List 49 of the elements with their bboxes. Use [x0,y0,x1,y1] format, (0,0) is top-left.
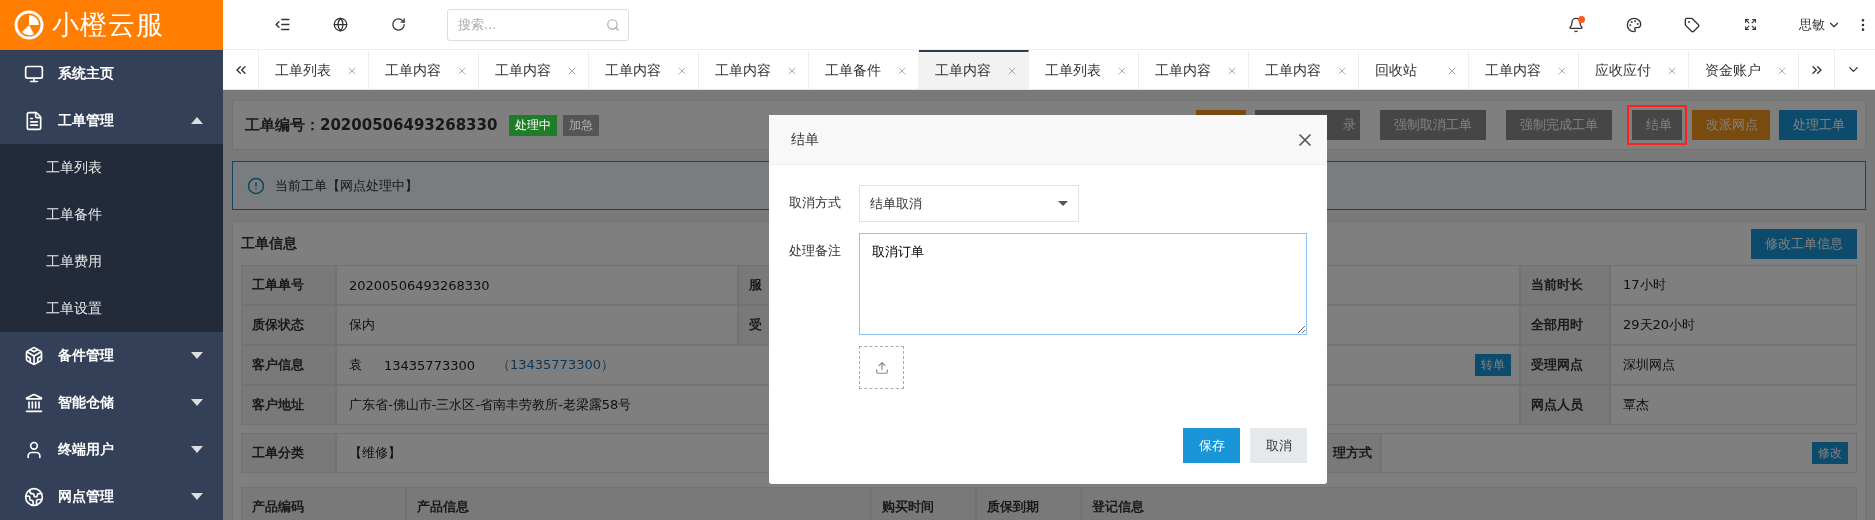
field-label: 质保状态 [241,305,336,345]
field-value: 覃杰 [1623,396,1649,414]
status-badge: 处理中 [509,114,558,136]
column-header: 登记信息 [1081,487,1857,520]
column-header: 产品信息 [406,487,871,520]
field-value: 深圳网点 [1623,356,1675,374]
sidebar-subitem[interactable]: 工单设置 [0,285,223,332]
field-label: 网点人员 [1520,385,1610,425]
order-title: 工单编号：20200506493268330 [245,115,498,135]
sidebar-item[interactable]: 网点管理 [0,473,223,520]
alert-text: 当前工单【网点处理中】 [275,176,418,195]
sidebar-subitem[interactable]: 工单费用 [0,238,223,285]
user-menu[interactable]: 思敏 [1799,15,1841,34]
section-title: 工单信息 [241,234,297,253]
phone-number: 13435773300 [384,357,475,373]
sidebar-subitem[interactable]: 工单列表 [0,144,223,191]
sidebar-item[interactable]: 系统主页 [0,50,223,97]
field-value: 广东省-佛山市-三水区-省南丰劳教所-老梁露58号 [349,396,632,414]
status-badge: 加急 [563,114,600,136]
field-value: 20200506493268330 [349,277,490,293]
field-label: 工单单号 [241,265,336,305]
column-header: 产品编码 [241,487,406,520]
field-label: 全部用时 [1520,305,1610,345]
select-field[interactable]: 结单取消 [859,185,1079,222]
field-label: 客户地址 [241,385,336,425]
column-header: 购买时间 [871,487,976,520]
sidebar-subitem[interactable]: 工单备件 [0,191,223,238]
dialog-title: 结单 [791,130,819,149]
sidebar-item[interactable]: 工单管理 [0,97,223,144]
field-label: 处理备注 [789,242,842,260]
field-value: 【维修】 [349,444,401,462]
field-label: 当前时长 [1520,265,1610,305]
cancel-button[interactable]: 取消 [1250,428,1307,463]
field-value: 袁 [349,356,362,374]
search-field[interactable]: 搜索... [447,8,629,41]
column-header: 质保到期 [976,487,1081,520]
field-value: 29天20小时 [1623,316,1696,334]
field-value: 保内 [349,316,375,334]
logo-text: 小橙云服 [52,8,164,42]
tab[interactable]: 工单内容 [919,50,1029,89]
field-label: 工单分类 [241,433,336,473]
remark-field[interactable]: 取消订单 [859,233,1307,335]
field-label: 取消方式 [789,194,842,212]
sidebar-item[interactable]: 备件管理 [0,332,223,379]
field-value: 17小时 [1623,276,1666,294]
sidebar-item[interactable]: 智能仓储 [0,379,223,426]
field-label: 受理网点 [1520,345,1610,385]
field-label: 客户信息 [241,345,336,385]
sidebar-item[interactable]: 终端用户 [0,426,223,473]
